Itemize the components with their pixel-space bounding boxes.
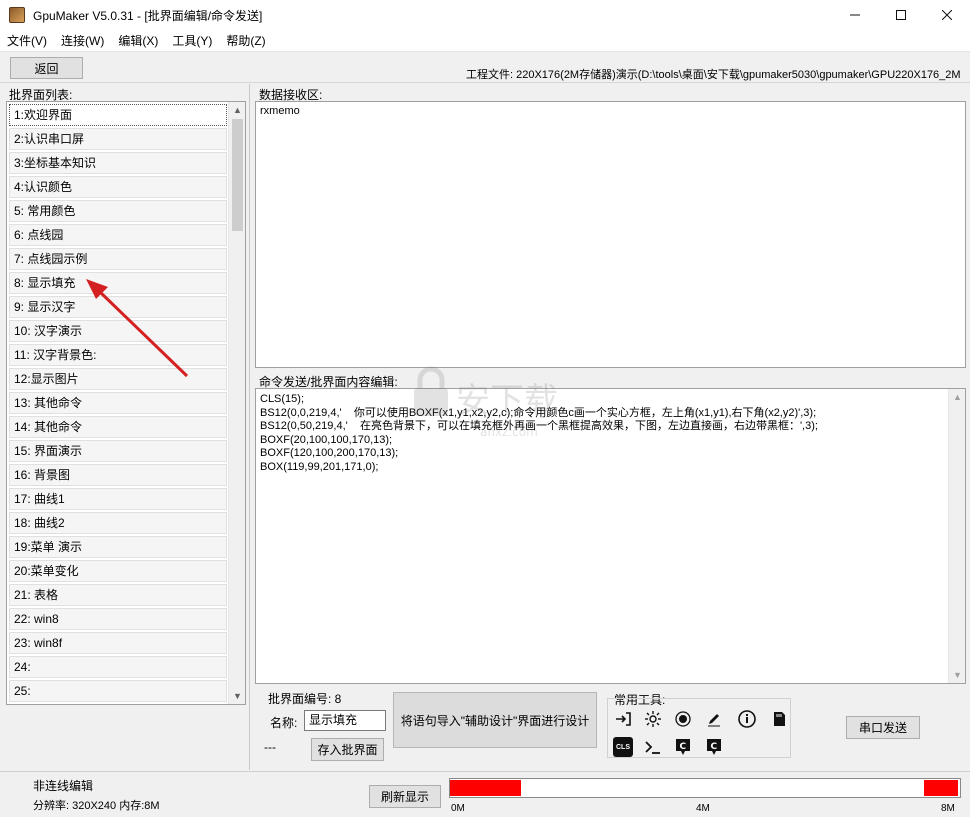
edit-mode-status: 非连线编辑 — [33, 779, 94, 793]
batch-list[interactable]: 1:欢迎界面 2:认识串口屏 3:坐标基本知识 4:认识颜色 5: 常用颜色 6: 点线园… — [6, 101, 246, 705]
memory-fill-start — [450, 780, 521, 796]
list-item[interactable]: 20:菜单变化 — [9, 560, 227, 582]
list-item[interactable]: 5: 常用颜色 — [9, 200, 227, 222]
window-title: GpuMaker V5.0.31 - [批界面编辑/命令发送] — [33, 8, 263, 23]
scroll-thumb[interactable] — [232, 119, 243, 231]
scroll-down-icon[interactable]: ▼ — [229, 688, 245, 704]
minimize-button[interactable] — [832, 0, 878, 30]
import-to-designer-button[interactable]: 将语句导入"辅助设计"界面进行设计 — [393, 692, 597, 748]
list-item[interactable]: 9: 显示汉字 — [9, 296, 227, 318]
list-item[interactable]: 3:坐标基本知识 — [9, 152, 227, 174]
scroll-up-icon[interactable]: ▲ — [949, 389, 966, 405]
list-item[interactable]: 14: 其他命令 — [9, 416, 227, 438]
pencil-icon[interactable] — [704, 709, 724, 729]
list-item[interactable]: 2:认识串口屏 — [9, 128, 227, 150]
svg-text:C: C — [711, 742, 718, 752]
list-item[interactable]: 19:菜单 演示 — [9, 536, 227, 558]
editor-scrollbar[interactable]: ▲ ▼ — [948, 389, 965, 683]
list-item[interactable]: 13: 其他命令 — [9, 392, 227, 414]
list-item[interactable]: 12:显示图片 — [9, 368, 227, 390]
refresh-display-button[interactable]: 刷新显示 — [369, 785, 441, 808]
editor-line: BOX(119,99,201,171,0); — [260, 460, 379, 473]
menu-edit[interactable]: 编辑(X) — [111, 30, 165, 52]
app-icon — [9, 7, 25, 23]
back-button[interactable]: 返回 — [10, 57, 83, 79]
resolution-status: 分辨率: 320X240 内存:8M — [33, 800, 160, 812]
list-scrollbar[interactable]: ▲ ▼ — [228, 102, 245, 704]
list-item[interactable]: 25: — [9, 680, 227, 702]
list-item[interactable]: 4:认识颜色 — [9, 176, 227, 198]
minimize-icon — [850, 14, 860, 16]
list-item[interactable]: 17: 曲线1 — [9, 488, 227, 510]
mem-label-8m: 8M — [941, 803, 955, 814]
project-file-path: 工程文件: 220X176(2M存储器)演示(D:\tools\桌面\安下载\g… — [466, 69, 961, 81]
name-label: 名称: — [270, 716, 298, 730]
editor-line: BS12(0,0,219,4,' 你可以使用BOXF(x1,y1,x2,y2,c… — [260, 406, 817, 419]
title-bar: GpuMaker V5.0.31 - [批界面编辑/命令发送] — [0, 0, 970, 30]
scroll-down-icon[interactable]: ▼ — [949, 667, 966, 683]
memory-usage-bar — [449, 778, 961, 798]
svg-text:C: C — [680, 742, 687, 752]
name-input[interactable]: 显示填充 — [304, 710, 386, 731]
record-icon[interactable] — [673, 709, 693, 729]
info-icon[interactable] — [737, 709, 757, 729]
brightness-icon[interactable] — [643, 709, 663, 729]
menu-help[interactable]: 帮助(Z) — [219, 30, 272, 52]
list-item[interactable]: 11: 汉字背景色: — [9, 344, 227, 366]
editor-line: CLS(15); — [260, 393, 305, 405]
list-item[interactable]: 18: 曲线2 — [9, 512, 227, 534]
close-button[interactable] — [924, 0, 970, 30]
list-item[interactable]: 23: win8f — [9, 632, 227, 654]
c-bubble-alt-icon[interactable]: C — [704, 737, 724, 757]
dashes-text: --- — [264, 740, 276, 754]
menu-file[interactable]: 文件(V) — [0, 30, 54, 52]
list-item[interactable]: 22: win8 — [9, 608, 227, 630]
mem-label-0m: 0M — [451, 803, 465, 814]
menu-connect[interactable]: 连接(W) — [54, 30, 111, 52]
list-item[interactable]: 7: 点线园示例 — [9, 248, 227, 270]
c-bubble-icon[interactable]: C — [673, 737, 693, 757]
save-batch-button[interactable]: 存入批界面 — [311, 738, 384, 761]
mem-label-4m: 4M — [696, 803, 710, 814]
list-item[interactable]: 15: 界面演示 — [9, 440, 227, 462]
maximize-icon — [896, 10, 906, 20]
memory-fill-end — [924, 780, 958, 796]
batch-number: 批界面编号: 8 — [268, 692, 342, 706]
list-item[interactable]: 8: 显示填充 — [9, 272, 227, 294]
scroll-up-icon[interactable]: ▲ — [229, 102, 245, 118]
editor-line: BOXF(120,100,200,170,13); — [260, 447, 399, 459]
enter-icon[interactable] — [613, 709, 633, 729]
editor-line: BOXF(20,100,100,170,13); — [260, 433, 393, 446]
menu-bar: 文件(V) 连接(W) 编辑(X) 工具(Y) 帮助(Z) — [0, 30, 970, 52]
list-item[interactable]: 21: 表格 — [9, 584, 227, 606]
serial-send-button[interactable]: 串口发送 — [846, 716, 920, 739]
list-item[interactable]: 1:欢迎界面 — [9, 104, 227, 126]
list-item[interactable]: 6: 点线园 — [9, 224, 227, 246]
editor-line: BS12(0,50,219,4,' 在亮色背景下，可以在填充框外再画一个黑框提高… — [260, 420, 818, 432]
list-item[interactable]: 16: 背景图 — [9, 464, 227, 486]
maximize-button[interactable] — [878, 0, 924, 30]
receive-area[interactable]: rxmemo — [255, 101, 966, 368]
tools-group: CLS C C — [607, 698, 791, 758]
receive-content: rxmemo — [260, 105, 300, 117]
terminal-icon[interactable] — [643, 737, 663, 757]
list-item[interactable]: 24: — [9, 656, 227, 678]
close-icon — [942, 10, 952, 20]
cls-icon[interactable]: CLS — [613, 737, 633, 757]
sd-card-icon[interactable] — [769, 709, 789, 729]
list-item[interactable]: 10: 汉字演示 — [9, 320, 227, 342]
command-editor[interactable]: CLS(15); BS12(0,0,219,4,' 你可以使用BOXF(x1,y… — [255, 388, 966, 684]
menu-tools[interactable]: 工具(Y) — [165, 30, 219, 52]
